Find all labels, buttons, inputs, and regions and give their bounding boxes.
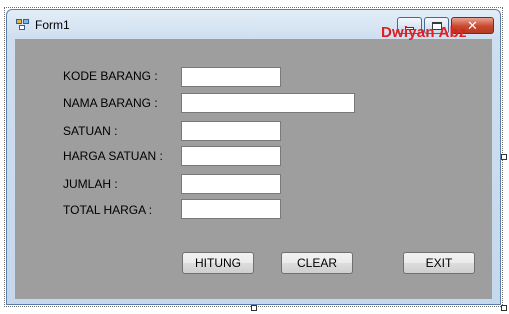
input-jumlah[interactable] xyxy=(181,174,281,194)
form-app-icon xyxy=(16,19,30,31)
close-icon: ✕ xyxy=(467,18,478,33)
form-window: Form1 ✕ KODE BARANG : NAMA BARANG : SATU… xyxy=(6,9,501,305)
exit-button[interactable]: EXIT xyxy=(403,252,475,274)
input-kode-barang[interactable] xyxy=(181,67,281,87)
resize-handle-corner[interactable] xyxy=(501,305,507,311)
hitung-button[interactable]: HITUNG xyxy=(182,252,254,274)
label-total-harga: TOTAL HARGA : xyxy=(63,203,153,217)
input-satuan[interactable] xyxy=(181,121,281,141)
resize-handle-bottom[interactable] xyxy=(251,305,257,311)
label-nama-barang: NAMA BARANG : xyxy=(63,96,158,110)
window-title: Form1 xyxy=(35,18,70,32)
input-harga-satuan[interactable] xyxy=(181,146,281,166)
label-satuan: SATUAN : xyxy=(63,124,118,138)
resize-handle-right[interactable] xyxy=(501,154,507,160)
clear-button[interactable]: CLEAR xyxy=(281,252,353,274)
author-watermark: Dwiyan Abz xyxy=(381,24,467,41)
input-nama-barang[interactable] xyxy=(181,93,355,113)
label-harga-satuan: HARGA SATUAN : xyxy=(63,149,163,163)
form-client-area: KODE BARANG : NAMA BARANG : SATUAN : HAR… xyxy=(15,39,492,299)
label-kode-barang: KODE BARANG : xyxy=(63,69,158,83)
label-jumlah: JUMLAH : xyxy=(63,177,118,191)
input-total-harga[interactable] xyxy=(181,199,281,219)
